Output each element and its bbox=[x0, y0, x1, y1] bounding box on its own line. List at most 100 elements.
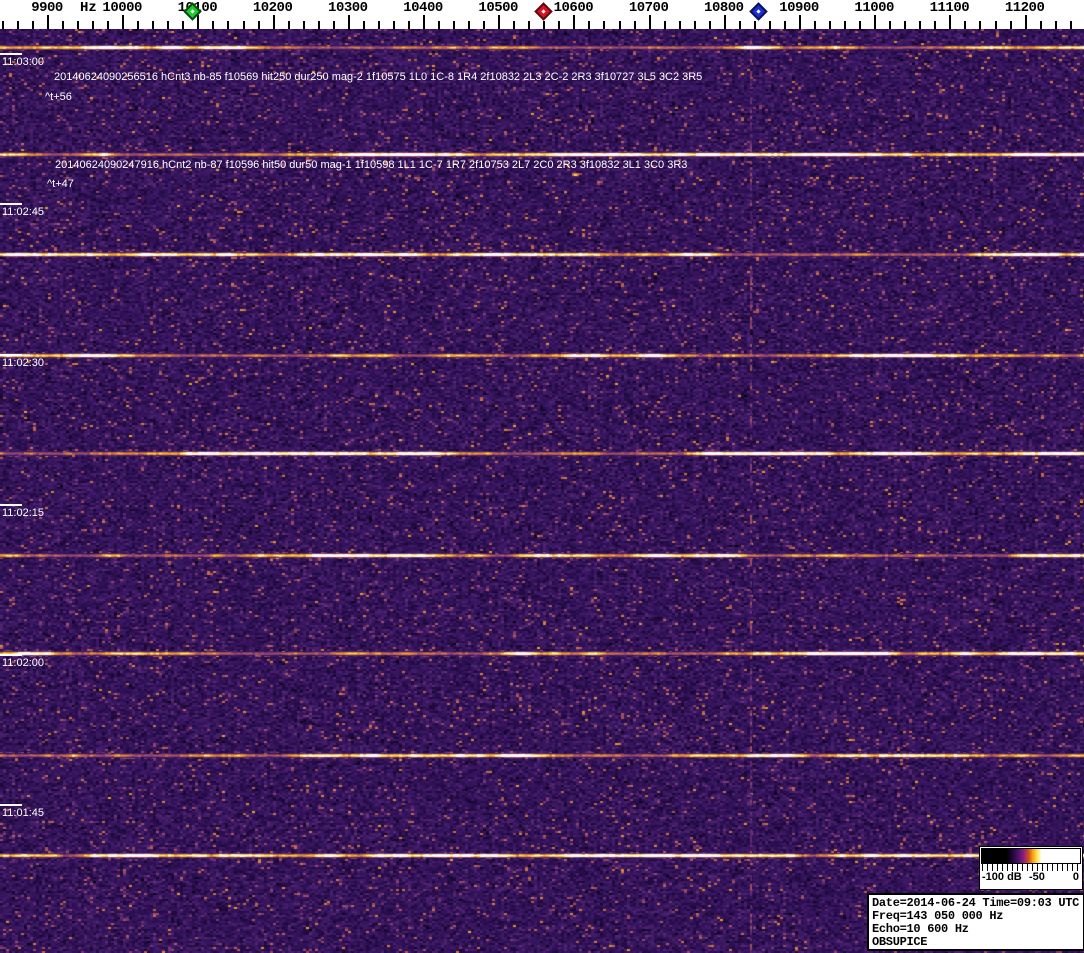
freq-minor-tick bbox=[558, 21, 560, 29]
freq-minor-tick bbox=[318, 21, 320, 29]
freq-minor-tick bbox=[784, 21, 786, 29]
freq-minor-tick bbox=[288, 21, 290, 29]
freq-minor-tick bbox=[904, 21, 906, 29]
freq-minor-tick bbox=[664, 21, 666, 29]
freq-minor-tick bbox=[393, 21, 395, 29]
freq-major-tick bbox=[47, 15, 49, 29]
freq-minor-tick bbox=[679, 21, 681, 29]
frequency-unit-label: Hz bbox=[80, 0, 97, 16]
freq-minor-tick bbox=[829, 21, 831, 29]
freq-minor-tick bbox=[619, 21, 621, 29]
freq-label-10300: 10300 bbox=[328, 0, 368, 16]
freq-minor-tick bbox=[483, 21, 485, 29]
freq-minor-tick bbox=[243, 21, 245, 29]
freq-minor-tick bbox=[603, 21, 605, 29]
freq-minor-tick bbox=[859, 21, 861, 29]
freq-major-tick bbox=[498, 15, 500, 29]
freq-label-9900: 9900 bbox=[31, 0, 63, 16]
spectrogram-canvas[interactable] bbox=[0, 29, 1084, 953]
freq-minor-tick bbox=[62, 21, 64, 29]
freq-label-10700: 10700 bbox=[628, 0, 669, 16]
freq-minor-tick bbox=[1010, 21, 1012, 29]
freq-minor-tick bbox=[844, 21, 846, 29]
legend-mid-db-label: -50 bbox=[1029, 871, 1045, 883]
freq-minor-tick bbox=[1040, 21, 1042, 29]
freq-minor-tick bbox=[92, 21, 94, 29]
freq-minor-tick bbox=[1070, 21, 1072, 29]
freq-label-10400: 10400 bbox=[403, 0, 443, 16]
freq-minor-tick bbox=[438, 21, 440, 29]
freq-minor-tick bbox=[363, 21, 365, 29]
freq-minor-tick bbox=[754, 21, 756, 29]
freq-minor-tick bbox=[212, 21, 214, 29]
freq-minor-tick bbox=[588, 21, 590, 29]
legend-max-db-label: 0 bbox=[1072, 871, 1079, 883]
marker-center-dot bbox=[756, 9, 761, 14]
freq-major-tick bbox=[649, 15, 651, 29]
freq-major-tick bbox=[874, 15, 876, 29]
freq-minor-tick bbox=[107, 21, 109, 29]
observation-info-box: Date=2014-06-24 Time=09:03 UTC Freq=143 … bbox=[867, 893, 1084, 951]
signal-level-legend: -100 dB -50 0 bbox=[979, 846, 1083, 890]
freq-minor-tick bbox=[964, 21, 966, 29]
freq-minor-tick bbox=[453, 21, 455, 29]
freq-minor-tick bbox=[333, 21, 335, 29]
freq-minor-tick bbox=[137, 21, 139, 29]
freq-minor-tick bbox=[468, 21, 470, 29]
freq-minor-tick bbox=[543, 21, 545, 29]
freq-minor-tick bbox=[814, 21, 816, 29]
freq-major-tick bbox=[273, 15, 275, 29]
freq-major-tick bbox=[724, 15, 726, 29]
color-scale-ticks bbox=[982, 864, 1080, 871]
freq-minor-tick bbox=[258, 21, 260, 29]
freq-major-tick bbox=[423, 15, 425, 29]
marker-center-dot bbox=[190, 9, 195, 14]
freq-label-10600: 10600 bbox=[553, 0, 594, 16]
freq-major-tick bbox=[573, 15, 575, 29]
freq-major-tick bbox=[122, 15, 124, 29]
freq-minor-tick bbox=[408, 21, 410, 29]
freq-major-tick bbox=[197, 15, 199, 29]
freq-minor-tick bbox=[152, 21, 154, 29]
marker-blue-diamond-icon[interactable] bbox=[749, 2, 768, 21]
freq-label-10500: 10500 bbox=[478, 0, 518, 16]
freq-minor-tick bbox=[634, 21, 636, 29]
freq-minor-tick bbox=[694, 21, 696, 29]
marker-center-dot bbox=[541, 9, 546, 14]
freq-minor-tick bbox=[739, 21, 741, 29]
freq-label-10900: 10900 bbox=[779, 0, 819, 16]
freq-minor-tick bbox=[709, 21, 711, 29]
freq-major-tick bbox=[799, 15, 801, 29]
freq-minor-tick bbox=[227, 21, 229, 29]
color-scale-labels: -100 dB -50 0 bbox=[980, 871, 1082, 885]
freq-minor-tick bbox=[17, 21, 19, 29]
freq-label-11000: 11000 bbox=[854, 0, 894, 16]
freq-label-10800: 10800 bbox=[704, 0, 744, 16]
freq-minor-tick bbox=[182, 21, 184, 29]
freq-minor-tick bbox=[2, 21, 4, 29]
color-scale-gradient bbox=[981, 848, 1081, 864]
freq-minor-tick bbox=[934, 21, 936, 29]
marker-red-diamond-icon[interactable] bbox=[534, 2, 553, 21]
freq-minor-tick bbox=[378, 21, 380, 29]
freq-minor-tick bbox=[769, 21, 771, 29]
freq-minor-tick bbox=[1055, 21, 1057, 29]
freq-minor-tick bbox=[303, 21, 305, 29]
freq-minor-tick bbox=[919, 21, 921, 29]
freq-minor-tick bbox=[167, 21, 169, 29]
freq-minor-tick bbox=[513, 21, 515, 29]
info-station-code: OBSUPICE bbox=[872, 935, 928, 949]
freq-label-11200: 11200 bbox=[1004, 0, 1045, 16]
freq-minor-tick bbox=[32, 21, 34, 29]
frequency-axis: Hz 9900100001010010200103001040010500106… bbox=[0, 0, 1084, 29]
freq-major-tick bbox=[348, 15, 350, 29]
freq-major-tick bbox=[1025, 15, 1027, 29]
freq-label-11100: 11100 bbox=[929, 0, 970, 16]
freq-minor-tick bbox=[995, 21, 997, 29]
freq-minor-tick bbox=[528, 21, 530, 29]
freq-minor-tick bbox=[979, 21, 981, 29]
freq-minor-tick bbox=[77, 21, 79, 29]
legend-min-db-label: -100 dB bbox=[982, 871, 1022, 883]
freq-minor-tick bbox=[889, 21, 891, 29]
freq-major-tick bbox=[949, 15, 951, 29]
